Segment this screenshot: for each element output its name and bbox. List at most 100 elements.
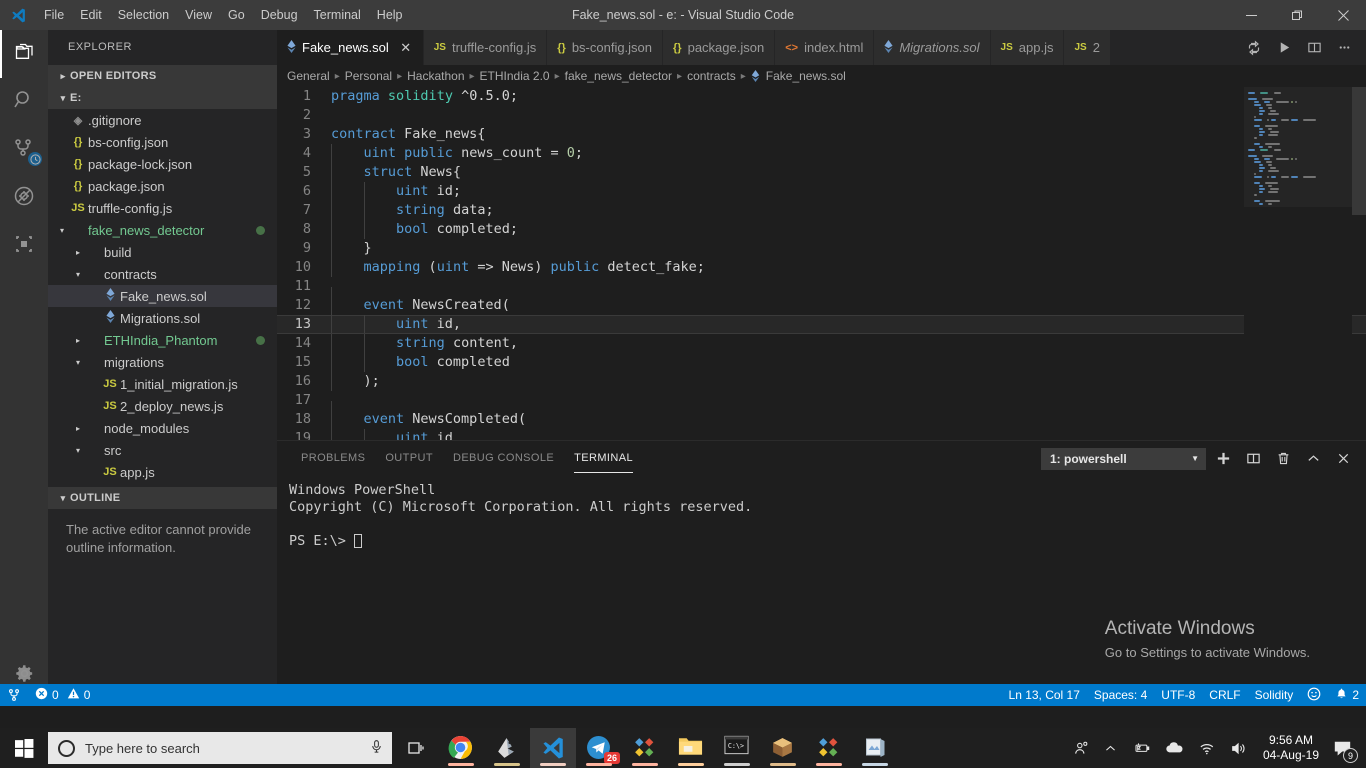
menu-item-debug[interactable]: Debug bbox=[253, 0, 306, 30]
show-hidden-icons-button[interactable] bbox=[1097, 728, 1124, 768]
code-line[interactable]: 1 pragma solidity ^0.5.0; bbox=[277, 87, 1366, 106]
menu-item-help[interactable]: Help bbox=[369, 0, 411, 30]
code-line[interactable]: 19 uint id, bbox=[277, 429, 1366, 440]
people-icon[interactable] bbox=[1066, 728, 1097, 768]
tree-item--gitignore[interactable]: ◈ .gitignore bbox=[48, 109, 277, 131]
code-line[interactable]: 2 bbox=[277, 106, 1366, 125]
editor-tab-2[interactable]: JS 2 bbox=[1064, 30, 1111, 65]
taskbar-app-telegram[interactable]: 26 bbox=[576, 728, 622, 768]
code-line[interactable]: 14 string content, bbox=[277, 334, 1366, 353]
code-text[interactable]: event NewsCreated( bbox=[331, 296, 510, 315]
menu-bar[interactable]: File Edit Selection View Go Debug Terminal Help bbox=[36, 0, 411, 30]
code-editor[interactable]: 1 pragma solidity ^0.5.0; 2 3 contract Fake_… bbox=[277, 87, 1366, 440]
tree-item-build[interactable]: ▸ build bbox=[48, 241, 277, 263]
panel-tab-debug-console[interactable]: DEBUG CONSOLE bbox=[443, 441, 564, 476]
breadcrumb[interactable]: General ▸ Personal ▸ Hackathon ▸ ETHIndia 2.0 ▸… bbox=[277, 65, 1366, 87]
taskbar-app-file-explorer[interactable] bbox=[668, 728, 714, 768]
section-open-editors[interactable]: ▸ OPEN EDITORS bbox=[48, 65, 277, 87]
breadcrumb-item[interactable]: ETHIndia 2.0 bbox=[480, 69, 550, 83]
code-text[interactable]: } bbox=[331, 239, 372, 258]
code-line[interactable]: 9 } bbox=[277, 239, 1366, 258]
code-line[interactable]: 12 event NewsCreated( bbox=[277, 296, 1366, 315]
code-line[interactable]: 7 string data; bbox=[277, 201, 1366, 220]
code-line[interactable]: 6 uint id; bbox=[277, 182, 1366, 201]
tree-item-fake-news-sol[interactable]: Fake_news.sol bbox=[48, 285, 277, 307]
close-button[interactable] bbox=[1320, 0, 1366, 30]
tree-item-src[interactable]: ▾ src bbox=[48, 439, 277, 461]
taskbar-app-app-diamonds-2[interactable] bbox=[806, 728, 852, 768]
search-input[interactable]: Type here to search bbox=[48, 732, 392, 764]
cloud-icon[interactable] bbox=[1158, 728, 1191, 768]
wifi-icon[interactable] bbox=[1191, 728, 1223, 768]
tree-item-bs-config-json[interactable]: {} bs-config.json bbox=[48, 131, 277, 153]
tree-item-package-lock-json[interactable]: {} package-lock.json bbox=[48, 153, 277, 175]
taskbar-app-command-prompt[interactable]: C:\> bbox=[714, 728, 760, 768]
code-text[interactable]: uint id; bbox=[331, 182, 461, 201]
tree-item-ethindia-phantom[interactable]: ▸ ETHIndia_Phantom bbox=[48, 329, 277, 351]
notifications-button[interactable]: 9 bbox=[1327, 728, 1362, 768]
new-terminal-button[interactable] bbox=[1210, 446, 1236, 472]
code-line[interactable]: 4 uint public news_count = 0; bbox=[277, 144, 1366, 163]
breadcrumb-item[interactable]: fake_news_detector bbox=[565, 69, 672, 83]
breadcrumb-item[interactable]: Hackathon bbox=[407, 69, 464, 83]
source-control-sync-button[interactable] bbox=[1240, 30, 1268, 65]
code-text[interactable]: uint public news_count = 0; bbox=[331, 144, 583, 163]
activity-item-source-control[interactable] bbox=[0, 126, 48, 174]
menu-item-view[interactable]: View bbox=[177, 0, 220, 30]
editor-tab-migrations-sol[interactable]: Migrations.sol bbox=[874, 30, 991, 65]
code-text[interactable]: event NewsCompleted( bbox=[331, 410, 526, 429]
code-text[interactable]: string content, bbox=[331, 334, 518, 353]
editor-tab-package-json[interactable]: {} package.json bbox=[663, 30, 776, 65]
status-notifications[interactable]: 2 bbox=[1328, 684, 1366, 706]
menu-item-selection[interactable]: Selection bbox=[110, 0, 177, 30]
breadcrumb-item[interactable]: contracts bbox=[687, 69, 736, 83]
code-line[interactable]: 10 mapping (uint => News) public detect_… bbox=[277, 258, 1366, 277]
taskbar-app-truffle-box[interactable] bbox=[760, 728, 806, 768]
taskbar-app-vscode[interactable] bbox=[530, 728, 576, 768]
clock[interactable]: 9:56 AM 04-Aug-19 bbox=[1255, 733, 1327, 763]
restore-button[interactable] bbox=[1274, 0, 1320, 30]
editor-scrollbar[interactable] bbox=[1352, 87, 1366, 440]
activity-item-debug[interactable] bbox=[0, 174, 48, 222]
code-line[interactable]: 8 bool completed; bbox=[277, 220, 1366, 239]
status-feedback-smiley[interactable] bbox=[1300, 684, 1328, 706]
menu-item-file[interactable]: File bbox=[36, 0, 72, 30]
terminal-selector-dropdown[interactable]: 1: powershell ▼ bbox=[1041, 447, 1206, 470]
code-text[interactable]: bool completed bbox=[331, 353, 510, 372]
code-line[interactable]: 15 bool completed bbox=[277, 353, 1366, 372]
activity-item-search[interactable] bbox=[0, 78, 48, 126]
code-text[interactable]: contract Fake_news{ bbox=[331, 125, 485, 144]
editor-tab-bs-config-json[interactable]: {} bs-config.json bbox=[547, 30, 664, 65]
tree-item-migrations[interactable]: ▾ migrations bbox=[48, 351, 277, 373]
status-encoding[interactable]: UTF-8 bbox=[1154, 684, 1202, 706]
code-text[interactable]: mapping (uint => News) public detect_fak… bbox=[331, 258, 705, 277]
code-content[interactable]: 1 pragma solidity ^0.5.0; 2 3 contract Fake_… bbox=[277, 87, 1366, 440]
minimap-slider[interactable] bbox=[1244, 87, 1352, 207]
code-text[interactable]: bool completed; bbox=[331, 220, 518, 239]
menu-item-terminal[interactable]: Terminal bbox=[306, 0, 369, 30]
code-text[interactable]: uint id, bbox=[331, 315, 461, 334]
code-line[interactable]: 5 struct News{ bbox=[277, 163, 1366, 182]
code-text[interactable]: uint id, bbox=[331, 429, 461, 440]
minimap[interactable] bbox=[1244, 87, 1352, 440]
kill-terminal-button[interactable] bbox=[1270, 446, 1296, 472]
code-line[interactable]: 17 bbox=[277, 391, 1366, 420]
panel-tab-terminal[interactable]: TERMINAL bbox=[564, 441, 643, 476]
split-terminal-button[interactable] bbox=[1240, 446, 1266, 472]
close-panel-button[interactable] bbox=[1330, 446, 1356, 472]
editor-tab-app-js[interactable]: JS app.js bbox=[990, 30, 1065, 65]
tree-item-migrations-sol[interactable]: Migrations.sol bbox=[48, 307, 277, 329]
taskbar-app-chrome[interactable] bbox=[438, 728, 484, 768]
code-line[interactable]: 11 bbox=[277, 277, 1366, 306]
code-text[interactable]: pragma solidity ^0.5.0; bbox=[331, 87, 518, 106]
menu-item-edit[interactable]: Edit bbox=[72, 0, 110, 30]
panel-tab-problems[interactable]: PROBLEMS bbox=[291, 441, 375, 476]
code-text[interactable]: struct News{ bbox=[331, 163, 461, 182]
status-problems-button[interactable]: 0 0 bbox=[28, 684, 97, 706]
code-text[interactable]: string data; bbox=[331, 201, 494, 220]
taskbar-app-photos[interactable] bbox=[852, 728, 898, 768]
microphone-icon[interactable] bbox=[369, 739, 384, 757]
status-cursor-position[interactable]: Ln 13, Col 17 bbox=[1002, 684, 1087, 706]
tree-item-contracts[interactable]: ▾ contracts bbox=[48, 263, 277, 285]
code-line[interactable]: 13 uint id, bbox=[277, 315, 1366, 334]
